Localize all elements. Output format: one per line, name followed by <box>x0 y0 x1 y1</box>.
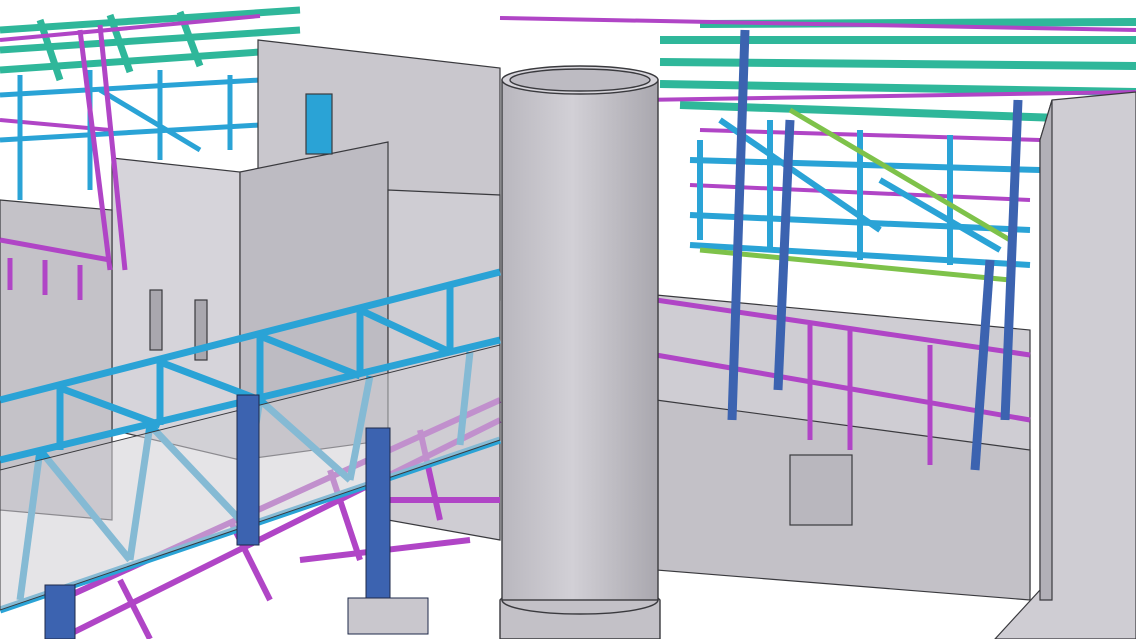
concrete-silo <box>499 65 661 639</box>
model-render <box>0 6 1136 639</box>
roof-framing-left <box>0 6 301 82</box>
